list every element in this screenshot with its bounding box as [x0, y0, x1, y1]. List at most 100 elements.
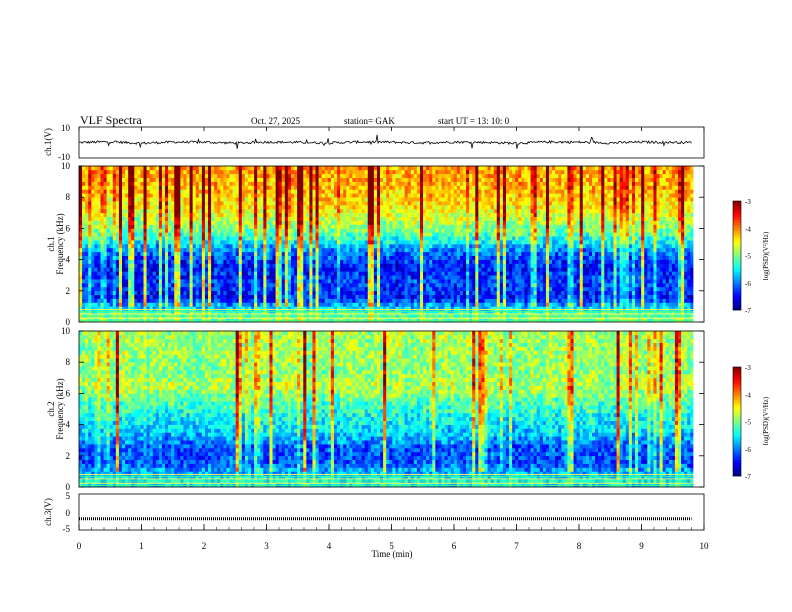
- spec1-cell: [585, 283, 590, 288]
- spec1-cell: [472, 290, 476, 295]
- spec1-cell: [567, 267, 571, 272]
- spec1-cell: [343, 251, 347, 256]
- spec1-cell: [192, 240, 197, 245]
- spec1-cell: [456, 255, 461, 260]
- spec1-cell: [337, 224, 341, 229]
- spec1-cell: [143, 283, 147, 288]
- spec1-cell: [610, 290, 614, 295]
- spec1-cell: [674, 306, 679, 311]
- spec1-cell: [622, 247, 627, 253]
- spec1-cell: [383, 259, 387, 264]
- spec1-cell: [462, 240, 467, 245]
- spec1-cell: [585, 290, 590, 295]
- spec1-cell: [469, 290, 473, 295]
- spec1-cell: [490, 302, 494, 307]
- spec1-cell: [266, 283, 270, 288]
- spec1-cell: [638, 283, 642, 288]
- spec1-cell: [195, 259, 200, 264]
- spec1-cell: [545, 263, 550, 268]
- spec1-cell: [524, 286, 528, 292]
- spec1-cell: [131, 232, 135, 237]
- spec1-cell: [244, 263, 249, 268]
- spec1-cell: [512, 279, 516, 284]
- spec1-cell: [542, 286, 547, 292]
- spec1-cell: [558, 283, 562, 288]
- spec1-cell: [330, 267, 335, 272]
- spec1-cell: [115, 294, 120, 299]
- spec1-cell: [536, 271, 541, 276]
- spec1-cell: [644, 232, 648, 237]
- spec1-cell: [131, 224, 135, 229]
- spec1-cell: [324, 283, 329, 288]
- spec1-cell: [395, 236, 399, 241]
- spec1-cell: [309, 306, 313, 311]
- spec1-cell: [684, 247, 688, 253]
- spec1-cell: [441, 240, 445, 245]
- spec1-cell: [536, 251, 541, 256]
- spec1-cell: [97, 306, 101, 311]
- spec1-cell: [585, 267, 590, 272]
- spec1-cell: [619, 298, 624, 303]
- spec1-cell: [198, 271, 203, 276]
- spec1-cell: [161, 290, 166, 295]
- spec1-cell: [582, 286, 587, 292]
- spec1-cell: [85, 244, 89, 249]
- spec1-cell: [254, 232, 258, 237]
- spec1-cell: [592, 240, 596, 245]
- spec1-cell: [459, 275, 464, 280]
- spec1-cell: [573, 283, 577, 288]
- spec1-cell: [128, 283, 132, 288]
- spec1-cell: [373, 251, 378, 256]
- spec1-cell: [413, 236, 418, 241]
- spec1-cell: [404, 279, 408, 284]
- spec1-cell: [294, 267, 298, 272]
- spec1-cell: [413, 306, 418, 311]
- spec1-cell: [88, 228, 92, 233]
- spec1-cell: [309, 283, 313, 288]
- spec1-cell: [118, 302, 123, 307]
- spec1-cell: [545, 232, 550, 237]
- spec1-cell: [579, 275, 584, 280]
- spec1-cell: [312, 283, 316, 288]
- spec1-cell: [309, 286, 313, 292]
- spec1-cell: [383, 271, 387, 276]
- spec1-cell: [521, 271, 525, 276]
- spec1-cell: [241, 283, 246, 288]
- spec1-cell: [466, 244, 470, 249]
- spec1-cell: [290, 255, 295, 260]
- spec1-cell: [192, 286, 197, 292]
- spec1-cell: [641, 286, 645, 292]
- spec1-cell: [647, 224, 651, 229]
- spec1-cell: [407, 232, 412, 237]
- spec1-cell: [152, 294, 157, 299]
- spec1-cell: [438, 306, 442, 311]
- spec1-cell: [530, 259, 534, 264]
- spec1-cell: [641, 267, 645, 272]
- spec1-cell: [192, 302, 197, 307]
- spec1-cell: [235, 251, 240, 256]
- spec1-cell: [337, 298, 341, 303]
- spec1-cell: [579, 286, 584, 292]
- spec1-cell: [254, 298, 258, 303]
- spec1-cell: [671, 283, 676, 288]
- spec1-cell: [115, 267, 120, 272]
- spec1-cell: [687, 244, 691, 249]
- spec1-cell: [183, 279, 187, 284]
- spec1-cell: [401, 286, 405, 292]
- spec1-cell: [330, 255, 335, 260]
- spec1-cell: [598, 286, 602, 292]
- spec1-cell: [94, 236, 98, 241]
- spec1-cell: [266, 275, 270, 280]
- spec1-cell: [186, 294, 190, 299]
- spec1-cell: [312, 275, 316, 280]
- spec1-cell: [118, 298, 123, 303]
- spec1-cell: [306, 302, 310, 307]
- spec1-cell: [687, 306, 691, 311]
- spec1-cell: [152, 267, 157, 272]
- spec1-cell: [125, 244, 129, 249]
- spec1-cell: [275, 298, 279, 303]
- spec1-cell: [251, 271, 255, 276]
- spec1-cell: [588, 255, 593, 260]
- spec1-cell: [450, 286, 455, 292]
- spec1-cell: [312, 259, 316, 264]
